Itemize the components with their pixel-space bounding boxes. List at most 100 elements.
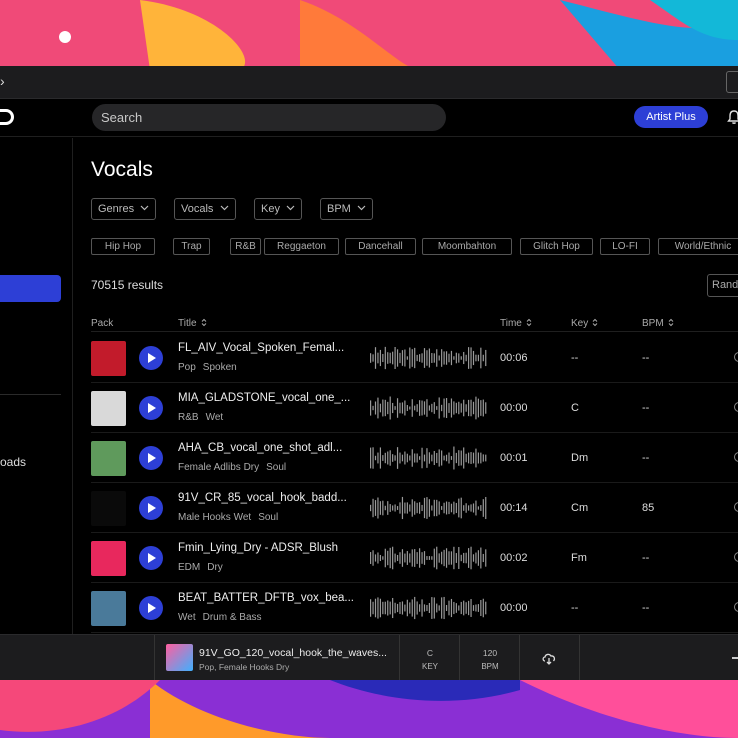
sample-tag[interactable]: Soul — [258, 512, 278, 523]
results-count: 70515 results — [91, 278, 164, 292]
sidebar: oads — [0, 138, 73, 634]
pack-cover-art[interactable] — [91, 591, 126, 626]
table-row[interactable]: Fmin_Lying_Dry - ADSR_Blush EDM Dry 00:02… — [91, 533, 738, 583]
column-header-time[interactable]: Time — [500, 318, 532, 329]
pack-cover-art[interactable] — [91, 441, 126, 476]
player-bpm-label: BPM — [481, 662, 499, 671]
window-control-button[interactable] — [726, 71, 738, 93]
table-row[interactable]: MIA_GLADSTONE_vocal_one_... R&B Wet 00:00… — [91, 383, 738, 433]
play-button[interactable] — [139, 446, 163, 470]
sample-tags: Female Adlibs Dry Soul — [178, 462, 293, 473]
chevron-down-icon — [286, 205, 295, 211]
sidebar-item-downloads[interactable]: oads — [0, 455, 26, 469]
pack-cover-art[interactable] — [91, 491, 126, 526]
column-header-title[interactable]: Title — [178, 318, 207, 329]
genre-tag[interactable]: Trap — [173, 238, 210, 255]
genre-tag[interactable]: LO-FI — [600, 238, 650, 255]
player-title[interactable]: 91V_GO_120_vocal_hook_the_waves... — [199, 647, 387, 659]
search-input[interactable] — [92, 104, 446, 131]
sample-tag[interactable]: R&B — [178, 412, 199, 423]
player-menu-icon[interactable] — [732, 657, 738, 659]
sample-tag[interactable]: Drum & Bass — [203, 612, 262, 623]
column-header-bpm[interactable]: BPM — [642, 318, 674, 329]
sample-title[interactable]: MIA_GLADSTONE_vocal_one_... — [178, 392, 358, 404]
app-window: › Artist Plus oads Vocals Genres Vocals Ke… — [0, 66, 738, 680]
filter-dropdown-genres[interactable]: Genres — [91, 198, 156, 220]
waveform[interactable] — [370, 544, 488, 572]
genre-tag[interactable]: Dancehall — [345, 238, 416, 255]
sample-key: Dm — [571, 452, 589, 464]
bell-icon[interactable] — [726, 109, 738, 125]
sample-tag[interactable]: Soul — [266, 462, 286, 473]
sample-tag[interactable]: EDM — [178, 562, 200, 573]
play-button[interactable] — [139, 546, 163, 570]
pack-cover-art[interactable] — [91, 541, 126, 576]
filter-dropdown-bpm[interactable]: BPM — [320, 198, 373, 220]
waveform[interactable] — [370, 444, 488, 472]
sample-time: 00:02 — [500, 552, 528, 564]
genre-tag[interactable]: Reggaeton — [264, 238, 339, 255]
app-logo[interactable] — [0, 109, 14, 125]
cloud-download-icon[interactable] — [541, 650, 557, 666]
sample-title[interactable]: BEAT_BATTER_DFTB_vox_bea... — [178, 592, 358, 604]
genre-tag[interactable]: Hip Hop — [91, 238, 155, 255]
genre-tag[interactable]: R&B — [230, 238, 261, 255]
chevron-down-icon — [140, 205, 149, 211]
sample-bpm: -- — [642, 402, 650, 414]
sample-title[interactable]: 91V_CR_85_vocal_hook_badd... — [178, 492, 358, 504]
sample-tag[interactable]: Female Adlibs Dry — [178, 462, 259, 473]
sample-time: 00:01 — [500, 452, 528, 464]
filter-label: Key — [261, 203, 280, 215]
player-key-value: C — [426, 648, 434, 658]
main-content: Vocals Genres Vocals Key BPM Hip Hop Trap R&B… — [73, 138, 738, 634]
pack-cover-art[interactable] — [91, 391, 126, 426]
pack-cover-art[interactable] — [91, 341, 126, 376]
like-icon[interactable] — [734, 502, 738, 512]
filter-dropdown-vocals[interactable]: Vocals — [174, 198, 236, 220]
play-button[interactable] — [139, 596, 163, 620]
play-button[interactable] — [139, 496, 163, 520]
like-icon[interactable] — [734, 402, 738, 412]
genre-tag[interactable]: World/Ethnic — [658, 238, 738, 255]
table-row[interactable]: FL_AIV_Vocal_Spoken_Femal... Pop Spoken 0… — [91, 333, 738, 383]
table-row[interactable]: BEAT_BATTER_DFTB_vox_bea... Wet Drum & Ba… — [91, 583, 738, 633]
sidebar-item-active[interactable] — [0, 275, 61, 302]
like-icon[interactable] — [734, 452, 738, 462]
sample-title[interactable]: Fmin_Lying_Dry - ADSR_Blush — [178, 542, 358, 554]
like-icon[interactable] — [734, 552, 738, 562]
forward-icon[interactable]: › — [0, 73, 5, 89]
waveform[interactable] — [370, 344, 488, 372]
sample-tag[interactable]: Wet — [206, 412, 224, 423]
sample-bpm: -- — [642, 452, 650, 464]
genre-tag[interactable]: Moombahton — [422, 238, 512, 255]
sample-tag[interactable]: Dry — [207, 562, 223, 573]
sample-title[interactable]: FL_AIV_Vocal_Spoken_Femal... — [178, 342, 358, 354]
waveform[interactable] — [370, 394, 488, 422]
page-title: Vocals — [91, 158, 153, 181]
like-icon[interactable] — [734, 352, 738, 362]
sidebar-divider — [0, 394, 61, 395]
sample-tag[interactable]: Spoken — [203, 362, 237, 373]
waveform[interactable] — [370, 494, 488, 522]
random-button[interactable]: Rand — [707, 274, 738, 297]
sample-key: -- — [571, 602, 579, 614]
filter-dropdown-key[interactable]: Key — [254, 198, 302, 220]
table-row[interactable]: AHA_CB_vocal_one_shot_adl... Female Adli… — [91, 433, 738, 483]
player-bar: 91V_GO_120_vocal_hook_the_waves... Pop, … — [0, 634, 738, 680]
player-bpm-value: 120 — [482, 648, 498, 658]
sample-title[interactable]: AHA_CB_vocal_one_shot_adl... — [178, 442, 358, 454]
column-header-key[interactable]: Key — [571, 318, 598, 329]
sort-icon — [592, 318, 598, 327]
column-header-pack: Pack — [91, 318, 114, 329]
waveform[interactable] — [370, 594, 488, 622]
play-button[interactable] — [139, 346, 163, 370]
sample-tag[interactable]: Pop — [178, 362, 196, 373]
genre-tag[interactable]: Glitch Hop — [520, 238, 593, 255]
sample-tag[interactable]: Male Hooks Wet — [178, 512, 251, 523]
sample-tag[interactable]: Wet — [178, 612, 196, 623]
player-divider — [579, 635, 580, 680]
artist-plus-button[interactable]: Artist Plus — [634, 106, 708, 128]
like-icon[interactable] — [734, 602, 738, 612]
table-row[interactable]: 91V_CR_85_vocal_hook_badd... Male Hooks … — [91, 483, 738, 533]
play-button[interactable] — [139, 396, 163, 420]
